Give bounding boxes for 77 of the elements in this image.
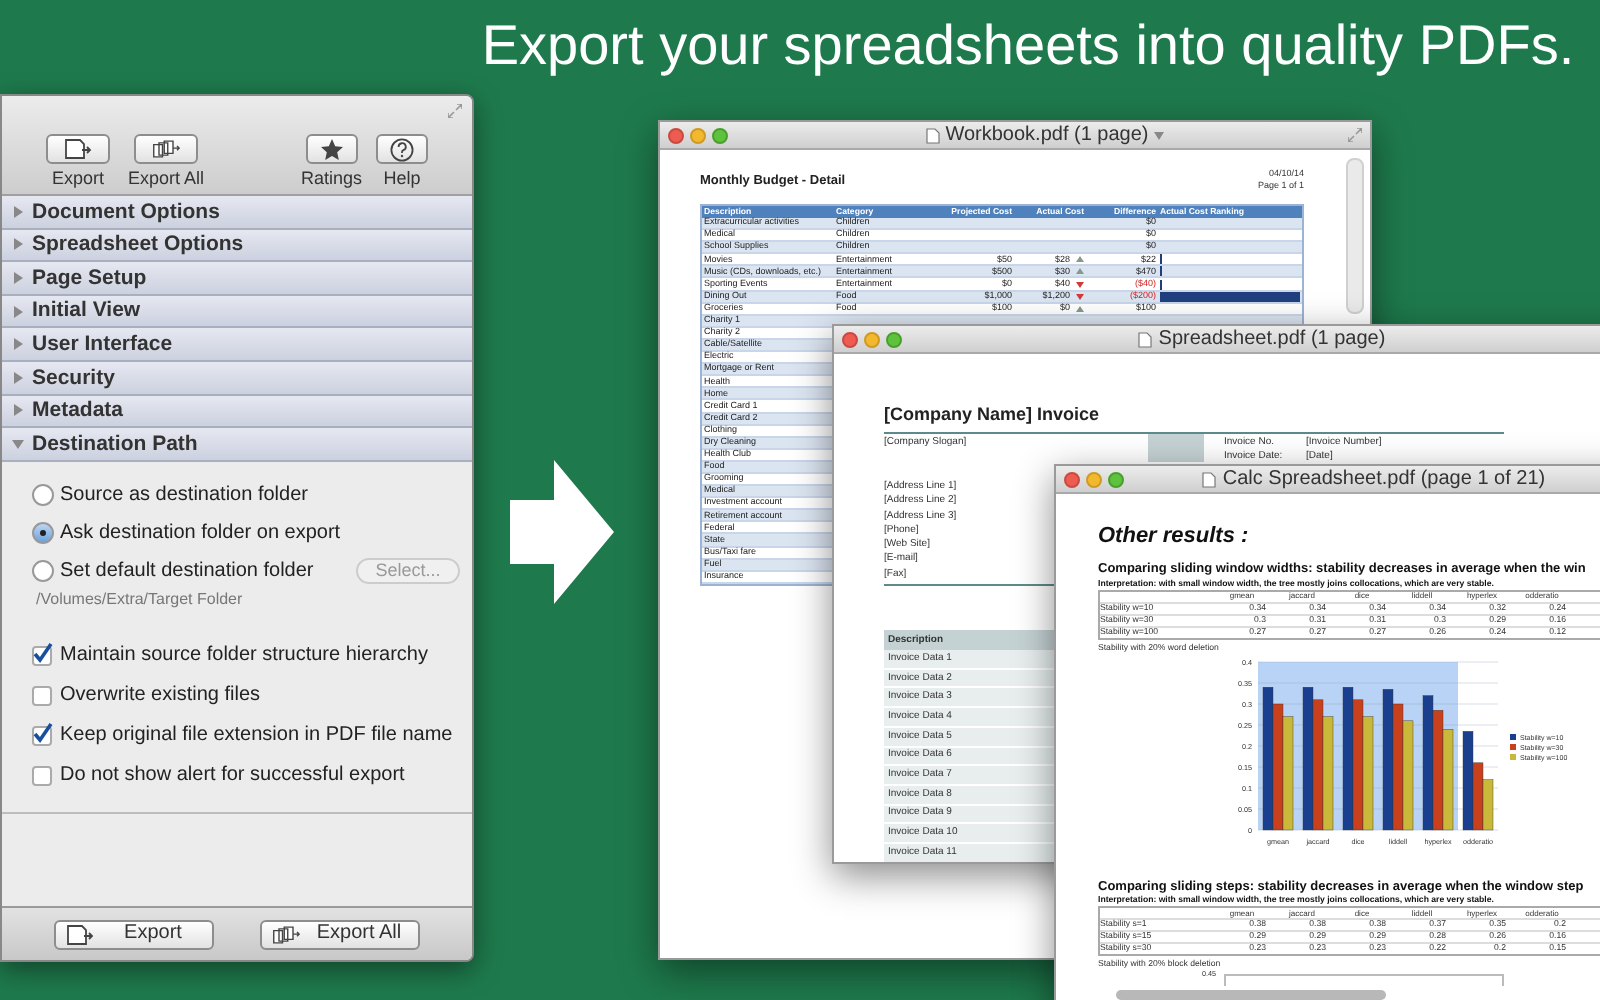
toolbar-button[interactable]: [376, 134, 428, 164]
zoom-button[interactable]: [1108, 471, 1124, 487]
checkmark-icon: [32, 721, 54, 744]
toolbar-label: Help: [383, 166, 421, 190]
headline: Export your spreadsheets into quality PDFs.: [481, 18, 1575, 74]
radio-label: Source as destination folder: [60, 481, 308, 510]
toolbar-label: Ratings: [300, 166, 362, 190]
checkbox[interactable]: [32, 725, 52, 746]
checkbox[interactable]: [32, 685, 52, 706]
zoom-button[interactable]: [712, 127, 728, 143]
right-triangle-icon: [12, 338, 24, 351]
footer-button[interactable]: Export All: [260, 919, 420, 949]
legend-swatch: [1510, 753, 1516, 759]
minimize-button[interactable]: [690, 127, 706, 143]
down-triangle-icon: [12, 437, 24, 450]
star-icon: [319, 137, 344, 161]
toolbar-label: Export: [51, 166, 104, 190]
section-header[interactable]: Security: [2, 361, 472, 396]
resize-icon[interactable]: [448, 104, 462, 118]
right-triangle-icon: [12, 238, 24, 251]
checkmark-icon: [32, 641, 54, 664]
toolbar-button[interactable]: [305, 134, 358, 164]
right-triangle-icon: [12, 404, 24, 417]
radio-button[interactable]: [32, 483, 54, 506]
shaded-block: [1148, 434, 1204, 462]
caret-icon[interactable]: [1154, 131, 1165, 139]
window-title: Spreadsheet.pdf (1 page): [1158, 329, 1386, 349]
document-icon: [925, 127, 940, 143]
minimize-button[interactable]: [1086, 471, 1102, 487]
toolbar-button[interactable]: [134, 134, 199, 164]
radio-label: Set default destination folder: [60, 557, 314, 586]
close-button[interactable]: [1064, 471, 1080, 487]
section-header[interactable]: Destination Path: [2, 428, 472, 462]
right-arrow-icon: [510, 460, 614, 604]
close-button[interactable]: [668, 127, 684, 143]
right-triangle-icon: [12, 271, 24, 284]
help-icon: [390, 137, 414, 161]
folder-path: /Volumes/Extra/Target Folder: [36, 589, 245, 610]
document-title: Other results :: [1098, 526, 1251, 548]
checkbox[interactable]: [32, 765, 52, 786]
section-header[interactable]: User Interface: [2, 328, 472, 362]
legend-swatch: [1510, 743, 1516, 749]
export-all-icon: [152, 138, 181, 160]
fullscreen-icon[interactable]: [1348, 128, 1362, 142]
minimize-button[interactable]: [864, 331, 880, 347]
right-triangle-icon: [12, 205, 24, 218]
scrollbar[interactable]: [1346, 158, 1364, 314]
section-header[interactable]: Metadata: [2, 395, 472, 429]
radio-button[interactable]: [32, 559, 54, 582]
close-button[interactable]: [842, 331, 858, 347]
window-title: Calc Spreadsheet.pdf (page 1 of 21): [1222, 469, 1546, 489]
export-icon: [66, 923, 94, 945]
radio-button[interactable]: [32, 521, 54, 544]
section-header[interactable]: Initial View: [2, 295, 472, 329]
checkbox-label: Maintain source folder structure hierarchy: [60, 642, 428, 671]
checkbox[interactable]: [32, 645, 52, 666]
checkbox-label: Keep original file extension in PDF file name: [60, 722, 453, 751]
legend-swatch: [1510, 733, 1516, 739]
toolbar-button[interactable]: [46, 134, 110, 164]
checkbox-label: Do not show alert for successful export: [60, 762, 405, 791]
section-header[interactable]: Spreadsheet Options: [2, 229, 472, 263]
radio-label: Ask destination folder on export: [60, 519, 341, 548]
right-triangle-icon: [12, 305, 24, 318]
right-triangle-icon: [12, 371, 24, 384]
section-header[interactable]: Page Setup: [2, 262, 472, 296]
toolbar-label: Export All: [128, 166, 205, 190]
footer-button[interactable]: Export: [54, 919, 214, 949]
export-all-icon: [272, 923, 300, 945]
window-title: Workbook.pdf (1 page): [945, 125, 1149, 145]
scrollbar[interactable]: [1116, 990, 1386, 1000]
invoice-title: [Company Name] Invoice: [884, 406, 1102, 424]
zoom-button[interactable]: [886, 331, 902, 347]
section-header[interactable]: Document Options: [2, 196, 472, 230]
document-icon: [1138, 331, 1153, 347]
checkbox-label: Overwrite existing files: [60, 682, 261, 711]
document-icon: [1202, 471, 1217, 487]
export-icon: [64, 138, 92, 160]
